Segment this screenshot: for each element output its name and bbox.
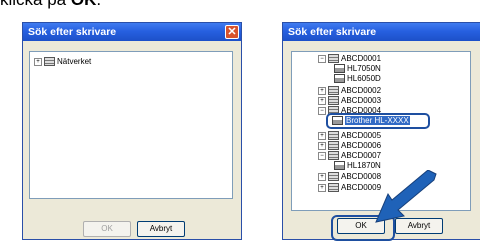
expand-icon[interactable]: + <box>34 57 42 66</box>
tree-item-server[interactable]: + ABCD0005 <box>318 131 381 141</box>
dialog-titlebar: Sök efter skrivare ✕ <box>23 23 241 41</box>
network-tree-panel: + Nätverket <box>29 51 233 199</box>
dialog-title: Sök efter skrivare <box>288 26 377 38</box>
tree-item-selected-printer[interactable]: Brother HL-XXXX <box>332 116 410 126</box>
close-icon[interactable]: ✕ <box>225 25 239 39</box>
instruction-caption: klicka på OK. <box>0 0 101 10</box>
server-icon <box>328 172 339 182</box>
printer-icon <box>334 161 345 171</box>
server-icon <box>328 183 339 193</box>
tree-item-server[interactable]: + ABCD0006 <box>318 141 381 151</box>
selected-printer-highlight[interactable]: Brother HL-XXXX <box>326 113 430 129</box>
server-icon <box>328 141 339 151</box>
ok-button[interactable]: OK <box>83 221 131 237</box>
arrow-shape <box>375 170 437 223</box>
tree-item-printer[interactable]: HL7050N <box>334 64 381 74</box>
search-printer-dialog-initial: Sök efter skrivare ✕ + Nätverket OK Avbry… <box>22 22 242 240</box>
network-icon <box>44 57 55 67</box>
dialog-titlebar: Sök efter skrivare <box>283 23 480 41</box>
tree-item-server[interactable]: − ABCD0007 <box>318 151 381 161</box>
server-icon <box>328 151 339 161</box>
dialog-title: Sök efter skrivare <box>28 26 117 38</box>
tree-item-network[interactable]: + Nätverket <box>34 57 91 67</box>
server-icon <box>328 131 339 141</box>
tree-item-server[interactable]: + ABCD0002 <box>318 86 381 96</box>
tree-item-printer[interactable]: HL6050D <box>334 74 381 84</box>
cancel-button[interactable]: Avbryt <box>137 221 185 237</box>
pointer-arrow-icon <box>375 170 437 223</box>
printer-icon <box>334 64 345 74</box>
printer-icon <box>334 74 345 84</box>
server-icon <box>328 96 339 106</box>
tree-item-server[interactable]: − ABCD0001 <box>318 54 381 64</box>
printer-icon <box>332 116 343 126</box>
tree-item-server[interactable]: + ABCD0003 <box>318 96 381 106</box>
server-icon <box>328 86 339 96</box>
server-icon <box>328 54 339 64</box>
